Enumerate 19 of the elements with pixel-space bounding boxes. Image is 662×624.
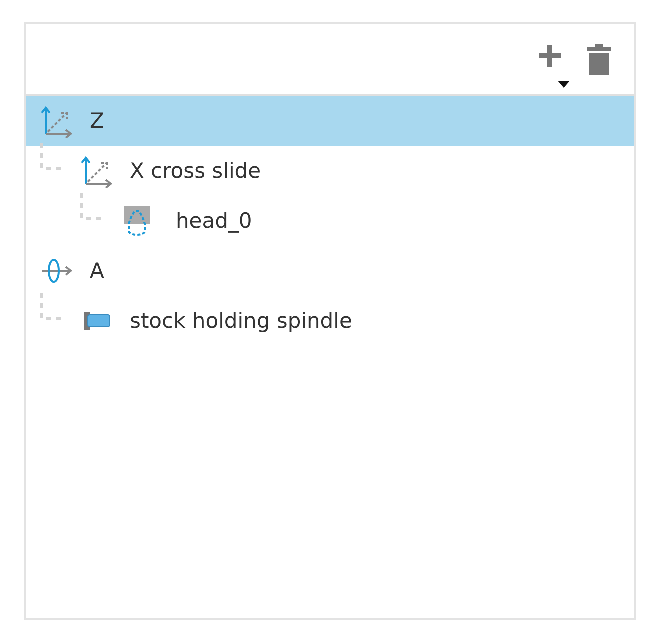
connector-line — [40, 293, 64, 323]
tree-item[interactable]: head_0 — [26, 196, 634, 246]
plus-icon — [536, 42, 572, 90]
connector-line — [40, 143, 64, 173]
item-label: Z — [90, 109, 104, 133]
add-button[interactable] — [536, 42, 572, 90]
tree-item[interactable]: A — [26, 246, 634, 296]
trash-icon — [586, 42, 612, 76]
item-label: A — [90, 259, 104, 283]
delete-button[interactable] — [586, 42, 612, 76]
tree-item[interactable]: stock holding spindle — [26, 296, 634, 346]
axes-icon — [80, 154, 114, 188]
connector-line — [80, 193, 104, 223]
item-label: stock holding spindle — [130, 309, 352, 333]
item-label: head_0 — [176, 209, 252, 233]
tree-item[interactable]: X cross slide — [26, 146, 634, 196]
axes-icon — [40, 104, 74, 138]
item-label: X cross slide — [130, 159, 262, 183]
tree-item[interactable]: Z — [26, 96, 634, 146]
